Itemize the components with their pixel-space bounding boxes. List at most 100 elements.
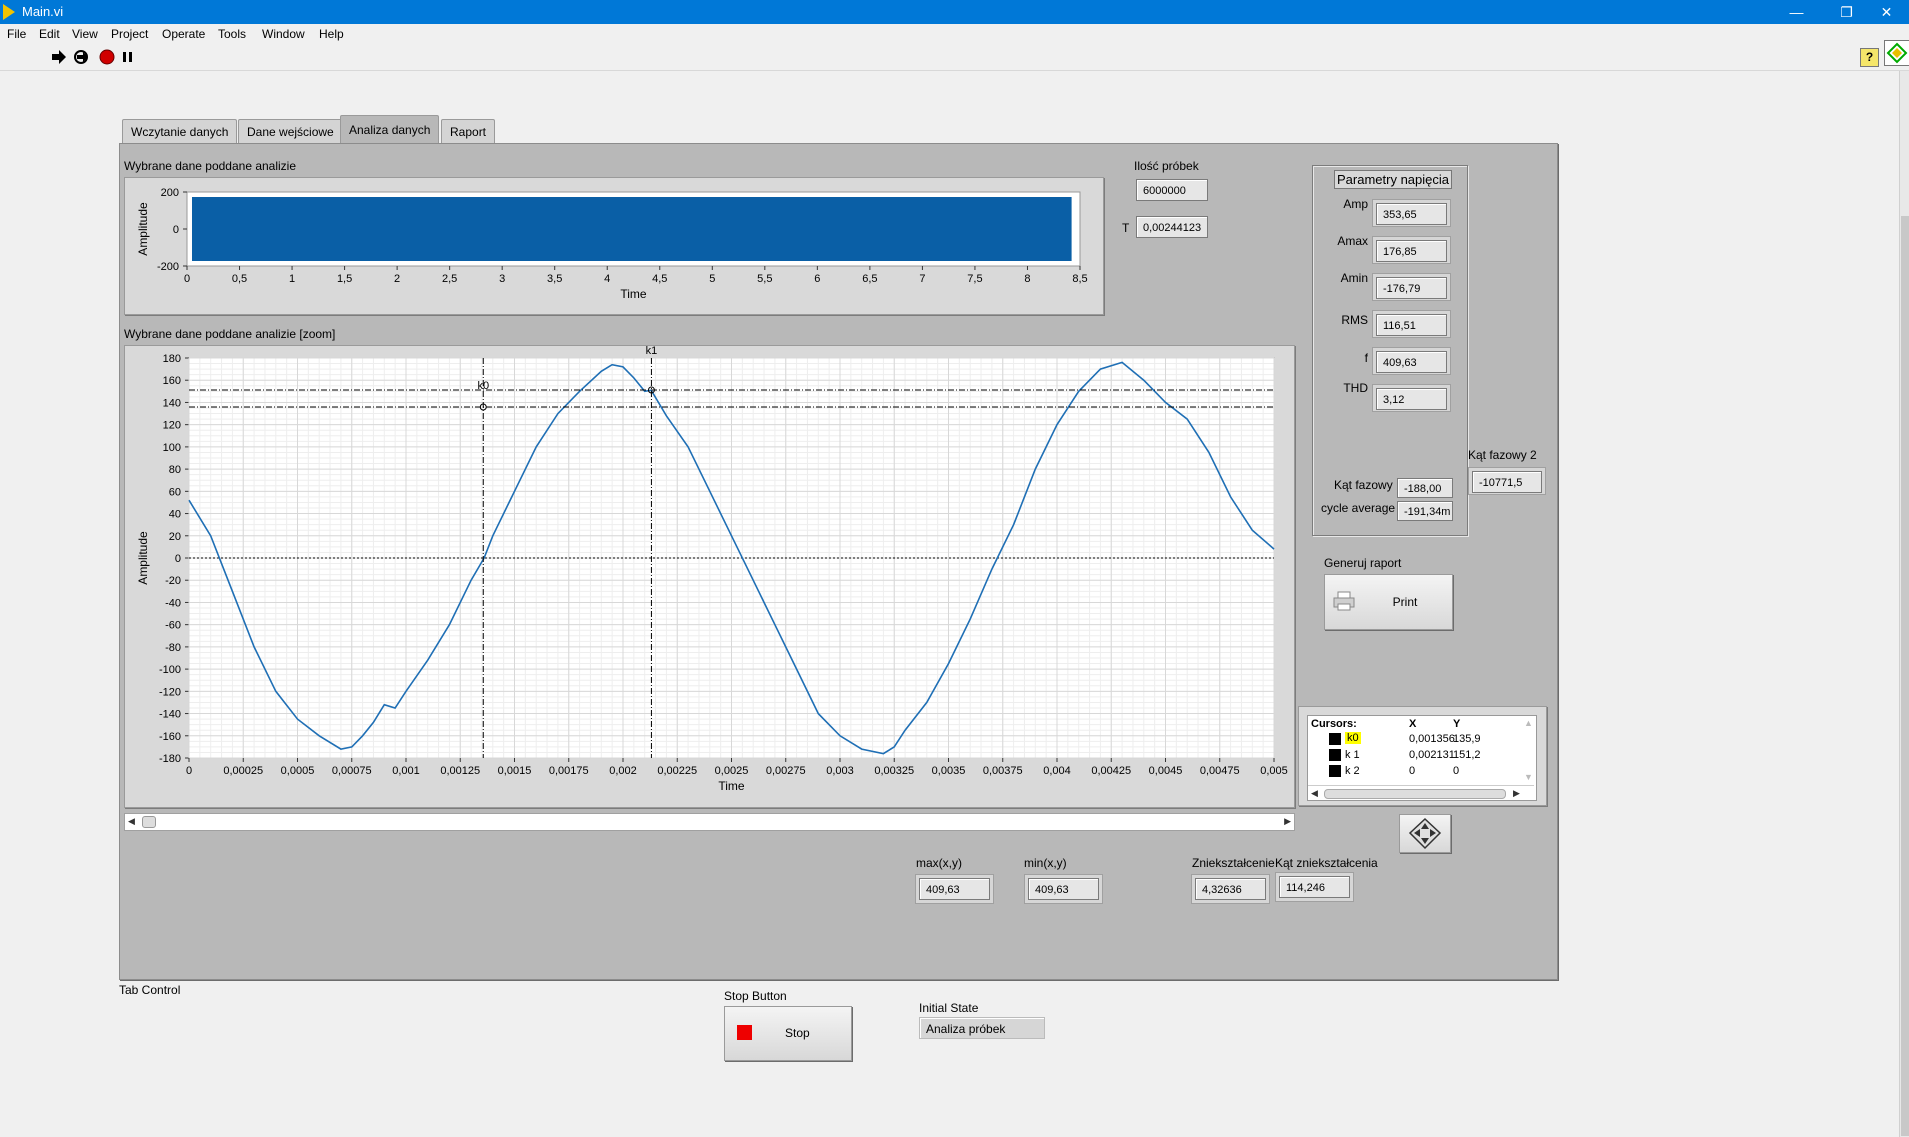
period-label: T [1122, 221, 1130, 235]
cursor-legend: Cursors: X Y k0 0,001356 135,9 k 1 0,002… [1298, 706, 1547, 806]
cycle-average-label: cycle average [1321, 501, 1396, 515]
graph-scrollbar[interactable]: ◀ ▶ [124, 813, 1295, 831]
zoom-ytick-label: -60 [165, 620, 181, 632]
distortion-angle-label: Kąt zniekształcenia [1275, 856, 1378, 870]
print-button-label: Print [1392, 595, 1418, 609]
cursor-scroll-up-icon[interactable]: ▲ [1524, 718, 1533, 728]
tab-raport[interactable]: Raport [441, 119, 496, 144]
graph1-label: Wybrane dane poddane analizie [124, 159, 297, 173]
menu-window[interactable]: Window [262, 27, 305, 41]
zoom-xtick-label: 0 [186, 765, 192, 777]
cursor-k0-swatch[interactable] [1329, 733, 1341, 745]
overview-xtick-label: 0,5 [232, 273, 247, 285]
overview-graph: 200 0 -200 0 0,5 1 1,5 2 2,5 3 3,5 4 4,5 5 5,5 6 6,5 7 7,5… [124, 177, 1104, 315]
samples-label: Ilość próbek [1134, 159, 1199, 173]
overview-ytick-label: 200 [161, 187, 179, 199]
graph2-label: Wybrane dane poddane analizie [zoom] [124, 327, 336, 341]
tab-wczytanie-danych[interactable]: Wczytanie danych [122, 119, 238, 144]
cursor-k0-x: 0,001356 [1409, 733, 1455, 745]
menu-edit[interactable]: Edit [39, 27, 60, 41]
close-button[interactable]: ✕ [1864, 0, 1909, 24]
zoom-xtick-label: 0,004 [1043, 765, 1071, 777]
thd-frame: 3,12 [1372, 384, 1451, 412]
zoom-xtick-label: 0,003 [826, 765, 854, 777]
thd-label: THD [1343, 381, 1368, 395]
pause-icon[interactable] [121, 50, 135, 64]
overview-xtick-label: 7 [919, 273, 925, 285]
overview-xtick-label: 1 [289, 273, 295, 285]
cursor-k1-name[interactable]: k 1 [1345, 749, 1360, 761]
initial-state-field: Analiza próbek [919, 1017, 1045, 1039]
cursor-k2-name[interactable]: k 2 [1345, 765, 1360, 777]
zoom-xtick-label: 0,00225 [657, 765, 697, 777]
menu-file[interactable]: File [7, 27, 26, 41]
rms-label: RMS [1341, 313, 1368, 327]
overview-xtick-label: 6 [814, 273, 820, 285]
tab-dane-wejsciowe[interactable]: Dane wejściowe [238, 119, 343, 144]
stop-button[interactable]: Stop [724, 1006, 852, 1061]
run-continuously-icon[interactable] [73, 49, 90, 65]
overview-xtick-label: 3,5 [547, 273, 562, 285]
cursor-k1-swatch[interactable] [1329, 749, 1341, 761]
context-help-icon[interactable]: ? [1860, 48, 1879, 67]
zoom-xtick-label: 0,0035 [932, 765, 966, 777]
cursor-move-pad[interactable] [1399, 814, 1451, 853]
scroll-right-icon[interactable]: ▶ [1284, 816, 1291, 827]
vertical-scrollbar[interactable] [1899, 71, 1909, 1137]
amp-field: 353,65 [1376, 203, 1447, 225]
menu-tools[interactable]: Tools [218, 27, 246, 41]
menu-operate[interactable]: Operate [162, 27, 205, 41]
rms-frame: 116,51 [1372, 310, 1451, 338]
overview-graph-plot[interactable]: 200 0 -200 0 0,5 1 1,5 2 2,5 3 3,5 4 4,5 5 5,5 6 6,5 7 7,5… [125, 178, 1103, 314]
overview-xtick-label: 7,5 [967, 273, 982, 285]
tab-analiza-danych[interactable]: Analiza danych [340, 115, 440, 145]
cursor-k0-name[interactable]: k0 [1345, 732, 1361, 744]
distortion-label: Zniekształcenie [1192, 856, 1275, 870]
minimize-button[interactable]: — [1774, 0, 1819, 24]
period-field: 0,00244123 [1136, 216, 1208, 238]
max-field: 409,63 [919, 878, 990, 900]
distortion-field: 4,32636 [1195, 878, 1266, 900]
zoom-xtick-label: 0,00125 [440, 765, 480, 777]
cursor-hscrollbar[interactable]: ◀ ▶ [1308, 785, 1534, 800]
overview-ylabel: Amplitude [136, 202, 150, 256]
cursor-table: Cursors: X Y k0 0,001356 135,9 k 1 0,002… [1307, 715, 1537, 801]
print-button[interactable]: Print [1324, 574, 1453, 630]
zoom-graph-plot[interactable]: 180 160 140 120 100 80 60 40 20 0 -20 -40 -60 -80 -100… [125, 345, 1294, 807]
zoom-xtick-label: 0,00325 [874, 765, 914, 777]
run-arrow-icon[interactable] [51, 50, 67, 64]
cursor-k2-swatch[interactable] [1329, 765, 1341, 777]
zoom-xtick-label: 0,00425 [1091, 765, 1131, 777]
scroll-left-icon[interactable]: ◀ [128, 816, 135, 827]
phase2-frame: -10771,5 [1468, 467, 1546, 495]
scroll-thumb[interactable] [142, 816, 156, 828]
overview-xtick-label: 2,5 [442, 273, 457, 285]
zoom-ytick-label: 80 [169, 464, 181, 476]
menu-project[interactable]: Project [111, 27, 148, 41]
zoom-ytick-label: -140 [159, 709, 181, 721]
overview-xtick-label: 2 [394, 273, 400, 285]
cursor-scroll-down-icon[interactable]: ▼ [1524, 772, 1533, 782]
zoom-xtick-label: 0,002 [609, 765, 637, 777]
zoom-xtick-label: 0,00275 [766, 765, 806, 777]
menu-view[interactable]: View [72, 27, 98, 41]
zoom-ytick-label: 0 [175, 553, 181, 565]
cursor-k2-x: 0 [1409, 765, 1416, 777]
amin-field: -176,79 [1376, 277, 1447, 299]
cursor-1-label: k1 [646, 346, 658, 357]
overview-xlabel: Time [620, 287, 647, 301]
zoom-xtick-label: 0,00025 [223, 765, 263, 777]
abort-icon[interactable] [99, 49, 115, 65]
thd-field: 3,12 [1376, 388, 1447, 410]
distortion-angle-field: 114,246 [1279, 876, 1350, 898]
zoom-ytick-label: 40 [169, 509, 181, 521]
restore-button[interactable]: ❐ [1824, 0, 1869, 24]
phase-field: -188,00 [1397, 478, 1453, 498]
menu-help[interactable]: Help [319, 27, 344, 41]
report-label: Generuj raport [1324, 556, 1402, 570]
overview-xtick-label: 4 [604, 273, 610, 285]
zoom-xtick-label: 0,005 [1260, 765, 1288, 777]
zoom-ytick-label: 140 [163, 397, 181, 409]
cursor-header-name: Cursors: [1311, 718, 1357, 730]
amax-frame: 176,85 [1372, 236, 1451, 264]
